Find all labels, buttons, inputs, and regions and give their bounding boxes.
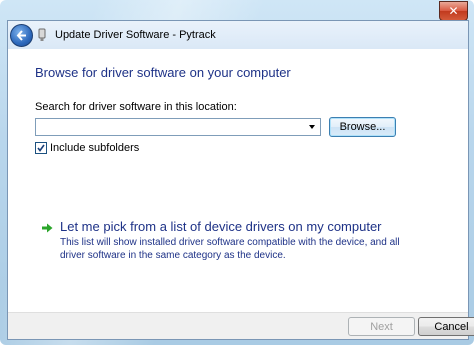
green-arrow-icon: [42, 223, 53, 233]
browse-button[interactable]: Browse...: [329, 117, 396, 137]
back-button[interactable]: [10, 24, 33, 47]
window-title: Update Driver Software - Pytrack: [55, 29, 216, 41]
include-subfolders-label: Include subfolders: [50, 142, 140, 154]
chevron-down-icon[interactable]: [304, 119, 320, 135]
next-button[interactable]: Next: [348, 317, 415, 336]
include-subfolders-checkbox[interactable]: [35, 142, 47, 154]
search-location-label: Search for driver software in this locat…: [35, 101, 237, 113]
wizard-header: Update Driver Software - Pytrack: [8, 21, 468, 49]
pick-from-list-link[interactable]: Let me pick from a list of device driver…: [60, 219, 382, 234]
cancel-button[interactable]: Cancel: [418, 317, 474, 336]
back-arrow-icon: [16, 30, 26, 41]
driver-path-combobox[interactable]: [35, 118, 321, 136]
page-heading: Browse for driver software on your compu…: [35, 65, 291, 80]
pick-from-list-description: This list will show installed driver sof…: [60, 237, 400, 261]
wizard-footer: Next Cancel: [8, 312, 474, 339]
check-icon: [37, 144, 45, 152]
window-frame: ✕ Update Driver Software - Pytrack Brows…: [0, 0, 474, 345]
include-subfolders-row[interactable]: Include subfolders: [35, 142, 139, 154]
close-icon: ✕: [448, 4, 459, 18]
close-button[interactable]: ✕: [439, 1, 468, 21]
wizard-client-area: Update Driver Software - Pytrack Browse …: [7, 20, 474, 340]
device-icon: [38, 28, 46, 41]
